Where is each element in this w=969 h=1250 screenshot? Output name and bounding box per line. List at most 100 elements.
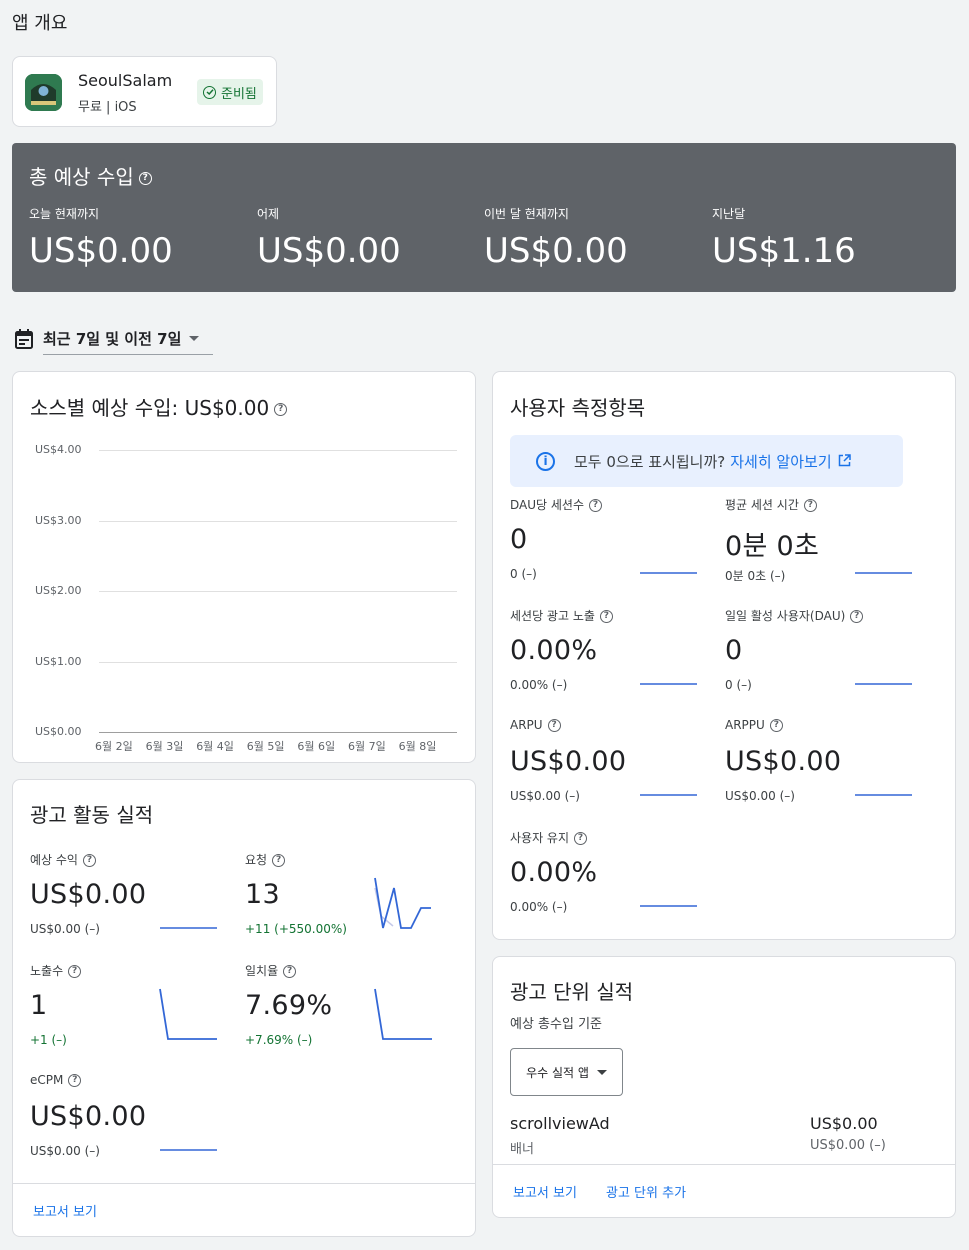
sessions-sparkline xyxy=(640,572,697,574)
app-icon xyxy=(25,74,62,111)
app-meta: 무료 | iOS xyxy=(78,100,137,115)
app-card[interactable]: SeoulSalam 무료 | iOS 준비됨 xyxy=(12,56,277,127)
impressions-per-session-sparkline xyxy=(640,683,697,685)
metric-match-rate-sub: +7.69% (–) xyxy=(245,1033,313,1047)
date-range-dropdown[interactable]: 최근 7일 및 이전 7일 xyxy=(43,322,213,355)
help-icon[interactable]: ? xyxy=(574,832,588,845)
metric-sessions-value: 0 xyxy=(510,524,528,555)
earnings-last-month-value: US$1.16 xyxy=(712,231,856,271)
caret-down-icon xyxy=(596,1069,607,1075)
metric-arppu-value: US$0.00 xyxy=(725,746,842,777)
match-rate-sparkline xyxy=(374,988,432,1040)
metric-dau-value: 0 xyxy=(725,635,743,666)
metric-label-text: ARPPU xyxy=(725,718,765,732)
help-icon[interactable]: ? xyxy=(272,854,286,867)
calendar-icon xyxy=(14,328,34,354)
status-label: 준비됨 xyxy=(221,86,257,102)
metric-sessions-sub: 0 (–) xyxy=(510,567,537,581)
metric-requests-value: 13 xyxy=(245,879,280,910)
metric-arppu-sub: US$0.00 (–) xyxy=(725,789,795,803)
metric-dau-sub: 0 (–) xyxy=(725,678,752,692)
add-ad-unit-link[interactable]: 광고 단위 추가 xyxy=(606,1182,686,1201)
metric-arpu-label: ARPU? xyxy=(510,718,561,732)
help-icon[interactable]: ? xyxy=(82,854,96,867)
check-circle-icon xyxy=(203,85,216,99)
impressions-sparkline xyxy=(159,988,217,1040)
revenue-sparkline xyxy=(160,927,217,929)
metric-revenue-sub: US$0.00 (–) xyxy=(30,922,100,936)
ad-unit-value: US$0.00 xyxy=(810,1114,878,1133)
metric-requests-sub: +11 (+550.00%) xyxy=(245,922,347,936)
help-icon[interactable]: ? xyxy=(68,965,82,978)
date-range-label: 최근 7일 및 이전 7일 xyxy=(43,329,182,348)
metric-arpu-value: US$0.00 xyxy=(510,746,627,777)
metric-ecpm-label: eCPM? xyxy=(30,1073,82,1087)
metric-retention-value: 0.00% xyxy=(510,857,598,888)
earnings-chart: US$4.00 US$3.00 US$2.00 US$1.00 US$0.00 6월 2일… xyxy=(13,372,477,764)
metric-label-text: 일치율 xyxy=(245,964,279,978)
earnings-last-month-label: 지난달 xyxy=(712,207,746,221)
metric-ecpm-sub: US$0.00 (–) xyxy=(30,1144,100,1158)
metric-impressions-per-session-value: 0.00% xyxy=(510,635,598,666)
metric-arpu-sub: US$0.00 (–) xyxy=(510,789,580,803)
ad-units-title: 광고 단위 실적 xyxy=(510,980,634,1004)
info-icon: i xyxy=(536,451,555,471)
metric-impressions-per-session-sub: 0.00% (–) xyxy=(510,678,568,692)
divider xyxy=(493,1164,955,1165)
help-icon[interactable]: ? xyxy=(283,965,297,978)
ad-units-subtitle: 예상 총수입 기준 xyxy=(510,1017,602,1032)
info-text: 모두 0으로 표시됩니까? xyxy=(574,452,726,471)
earnings-title-text: 총 예상 수입 xyxy=(29,165,134,189)
metric-impressions-label: 노출수? xyxy=(30,962,82,979)
ad-units-card: 광고 단위 실적 예상 총수입 기준 우수 실적 앱 scrollviewAd … xyxy=(492,956,956,1218)
metric-impressions-per-session-label: 세션당 광고 노출? xyxy=(510,607,613,624)
help-icon[interactable]: ? xyxy=(599,610,613,623)
metric-impressions-value: 1 xyxy=(30,990,48,1021)
metric-label-text: eCPM xyxy=(30,1073,64,1087)
help-icon[interactable]: ? xyxy=(547,719,561,732)
metric-match-rate-label: 일치율? xyxy=(245,962,297,979)
earnings-banner: 총 예상 수입? 오늘 현재까지 US$0.00 어제 US$0.00 이번 달… xyxy=(12,143,956,292)
help-icon[interactable]: ? xyxy=(769,719,783,732)
earnings-title: 총 예상 수입? xyxy=(29,161,152,190)
earnings-month-label: 이번 달 현재까지 xyxy=(484,207,569,221)
retention-sparkline xyxy=(640,905,697,907)
ecpm-sparkline xyxy=(160,1149,217,1151)
user-metrics-title: 사용자 측정항목 xyxy=(510,396,646,420)
metric-revenue-value: US$0.00 xyxy=(30,879,147,910)
ad-performance-title: 광고 활동 실적 xyxy=(30,803,154,827)
metric-retention-sub: 0.00% (–) xyxy=(510,900,568,914)
sort-dropdown[interactable]: 우수 실적 앱 xyxy=(510,1048,623,1096)
ad-unit-name[interactable]: scrollviewAd xyxy=(510,1114,610,1133)
view-report-link[interactable]: 보고서 보기 xyxy=(513,1182,577,1201)
metric-label-text: 세션당 광고 노출 xyxy=(510,609,595,623)
app-name[interactable]: SeoulSalam xyxy=(78,71,172,90)
ad-unit-sub: US$0.00 (–) xyxy=(810,1138,886,1153)
view-report-link[interactable]: 보고서 보기 xyxy=(33,1201,97,1220)
learn-more-link[interactable]: 자세히 알아보기 xyxy=(730,451,831,472)
external-link-icon[interactable] xyxy=(838,452,851,471)
user-metrics-card: 사용자 측정항목 i 모두 0으로 표시됩니까? 자세히 알아보기 DAU당 세… xyxy=(492,371,956,940)
metric-label-text: ARPU xyxy=(510,718,543,732)
metric-label-text: 사용자 유지 xyxy=(510,831,570,845)
help-icon[interactable]: ? xyxy=(138,172,152,185)
arpu-sparkline xyxy=(640,794,697,796)
metric-dau-label: 일일 활성 사용자(DAU)? xyxy=(725,607,864,624)
caret-down-icon xyxy=(189,335,200,341)
sort-dropdown-label: 우수 실적 앱 xyxy=(526,1065,589,1080)
metric-session-time-sub: 0분 0초 (–) xyxy=(725,569,786,583)
metric-session-time-value: 0분 0초 xyxy=(725,531,820,562)
metric-label-text: 노출수 xyxy=(30,964,64,978)
metric-match-rate-value: 7.69% xyxy=(245,990,333,1021)
divider xyxy=(13,1183,475,1184)
help-icon[interactable]: ? xyxy=(850,610,864,623)
metric-requests-label: 요청? xyxy=(245,851,286,868)
help-icon[interactable]: ? xyxy=(68,1074,82,1087)
help-icon[interactable]: ? xyxy=(589,499,602,512)
requests-sparkline xyxy=(374,877,431,929)
metric-ecpm-value: US$0.00 xyxy=(30,1101,147,1132)
help-icon[interactable]: ? xyxy=(803,499,817,512)
ad-unit-type: 배너 xyxy=(510,1142,534,1157)
dau-sparkline xyxy=(855,683,912,685)
metric-session-time-label: 평균 세션 시간? xyxy=(725,496,817,513)
